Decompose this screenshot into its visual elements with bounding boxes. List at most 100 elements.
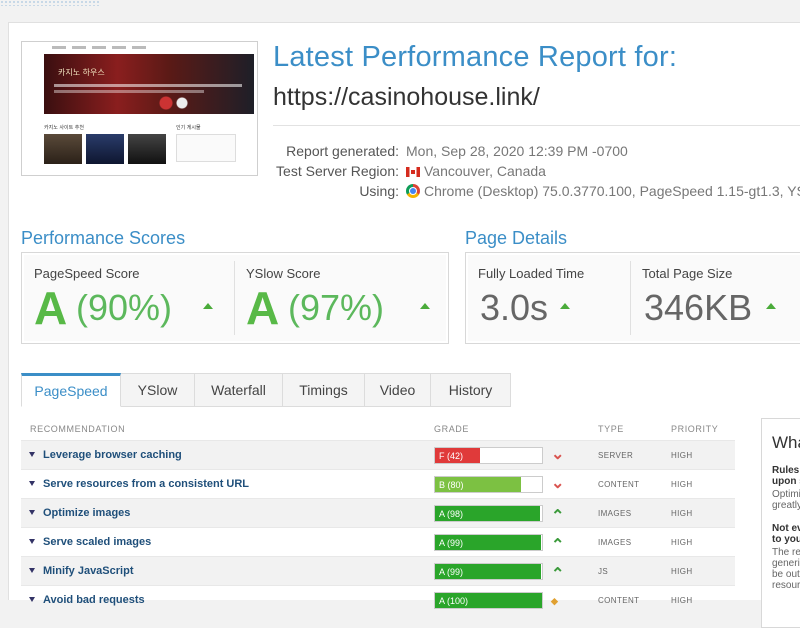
page-size-value: 346KB (644, 287, 753, 328)
recommendation-priority: HIGH (671, 480, 693, 489)
trend-down-icon: ⌄ (551, 446, 565, 463)
meta-value: Chrome (Desktop) 75.0.3770.100, PageSpee… (406, 183, 800, 199)
recommendation-type: CONTENT (598, 596, 640, 605)
yslow-grade: A (246, 282, 280, 334)
tab-timings[interactable]: Timings (283, 373, 365, 407)
recommendation-name[interactable]: Optimize images (43, 507, 130, 519)
trend-up-icon (560, 303, 570, 309)
trend-up-icon (420, 303, 430, 309)
table-row[interactable]: Serve scaled images A (99) ⌃ IMAGES HIGH (21, 527, 735, 556)
grade-bar-fill: A (99) (435, 535, 541, 550)
panel-bold-text: Not eve to your (772, 523, 800, 545)
recommendation-type: IMAGES (598, 538, 632, 547)
pagespeed-percent: (90%) (76, 287, 173, 328)
recommendation-priority: HIGH (671, 509, 693, 518)
table-header: RECOMMENDATION GRADE TYPE PRIORITY (21, 418, 735, 440)
recommendation-priority: HIGH (671, 596, 693, 605)
table-row[interactable]: Leverage browser caching F (42) ⌄ SERVER HIG… (21, 440, 735, 469)
recommendation-name[interactable]: Serve scaled images (43, 536, 151, 548)
tab-yslow[interactable]: YSlow (121, 373, 195, 407)
panel-text: Optimiz greatly i (772, 489, 800, 511)
grade-bar-fill: A (99) (435, 564, 541, 579)
total-page-size: Total Page Size 346KB (630, 253, 800, 343)
meta-value-text: Mon, Sep 28, 2020 12:39 PM -0700 (406, 143, 628, 159)
panel-text: The reco generic, be out o resource (772, 547, 800, 591)
expand-triangle-icon[interactable] (29, 510, 35, 515)
thumbnail-hero: 카지노 하우스 (44, 54, 254, 114)
panel-heading: What (772, 433, 800, 452)
report-page: 카지노 하우스 카지노 사이트 추천 인기 게시물 Latest Perform… (8, 22, 800, 628)
expand-triangle-icon[interactable] (29, 568, 35, 573)
col-recommendation[interactable]: RECOMMENDATION (30, 424, 125, 434)
pagespeed-score: PageSpeed Score A (90%) (22, 253, 234, 343)
recommendation-name[interactable]: Leverage browser caching (43, 449, 182, 461)
trend-same-icon: ◆ (551, 596, 558, 606)
expand-triangle-icon[interactable] (29, 539, 35, 544)
recommendation-priority: HIGH (671, 567, 693, 576)
recommendation-name[interactable]: Avoid bad requests (43, 594, 145, 606)
page-details-heading: Page Details (465, 228, 568, 248)
report-tabs: PageSpeed YSlow Waterfall Timings Video Histo… (21, 373, 511, 407)
thumbnail-image (86, 134, 124, 164)
trend-up-icon: ⌃ (551, 508, 565, 525)
top-decoration (0, 0, 100, 6)
tab-waterfall[interactable]: Waterfall (195, 373, 283, 407)
table-row[interactable]: Serve resources from a consistent URL B (… (21, 469, 735, 498)
canada-flag-icon (406, 167, 420, 177)
recommendation-name[interactable]: Serve resources from a consistent URL (43, 478, 249, 490)
col-priority[interactable]: PRIORITY (671, 424, 718, 434)
grade-bar: A (99) (434, 563, 543, 580)
meta-label: Test Server Region: (276, 163, 399, 179)
table-row[interactable]: Optimize images A (98) ⌃ IMAGES HIGH (21, 498, 735, 527)
thumbnail-section-label: 카지노 사이트 추천 (44, 125, 84, 131)
page-size-label: Total Page Size (642, 266, 733, 281)
grade-bar: A (99) (434, 534, 543, 551)
yslow-percent: (97%) (288, 287, 385, 328)
thumbnail-image (44, 134, 82, 164)
casino-chips-image (154, 94, 194, 112)
fully-loaded-label: Fully Loaded Time (478, 266, 585, 281)
meta-label: Using: (359, 183, 399, 199)
meta-value: Mon, Sep 28, 2020 12:39 PM -0700 (406, 143, 628, 159)
divider (273, 125, 800, 126)
recommendation-type: CONTENT (598, 480, 640, 489)
site-screenshot-thumbnail: 카지노 하우스 카지노 사이트 추천 인기 게시물 (21, 41, 258, 176)
grade-bar: F (42) (434, 447, 543, 464)
grade-bar: A (98) (434, 505, 543, 522)
recommendations-table: RECOMMENDATION GRADE TYPE PRIORITY Lever… (21, 418, 735, 614)
thumbnail-hero-text: 카지노 하우스 (58, 68, 105, 77)
grade-bar: B (80) (434, 476, 543, 493)
meta-value-text: Vancouver, Canada (424, 163, 546, 179)
grade-bar-fill: B (80) (435, 477, 521, 492)
thumbnail-side-label: 인기 게시물 (176, 125, 201, 131)
tab-video[interactable]: Video (365, 373, 431, 407)
tab-history[interactable]: History (431, 373, 511, 407)
performance-scores-heading: Performance Scores (21, 228, 186, 248)
trend-down-icon: ⌄ (551, 475, 565, 492)
fully-loaded-value: 3.0s (480, 287, 549, 328)
grade-bar-fill: A (98) (435, 506, 540, 521)
thumbnail-image (128, 134, 166, 164)
tab-pagespeed[interactable]: PageSpeed (21, 373, 121, 407)
meta-value: Vancouver, Canada (406, 163, 546, 179)
recommendation-type: IMAGES (598, 509, 632, 518)
yslow-score-label: YSlow Score (246, 266, 321, 281)
report-url[interactable]: https://casinohouse.link/ (273, 83, 540, 112)
chrome-icon (406, 184, 420, 198)
report-title: Latest Performance Report for: (273, 41, 678, 73)
page-details-box: Fully Loaded Time 3.0s Total Page Size 3… (465, 252, 800, 344)
expand-triangle-icon[interactable] (29, 481, 35, 486)
pagespeed-score-label: PageSpeed Score (34, 266, 140, 281)
col-type[interactable]: TYPE (598, 424, 624, 434)
recommendation-name[interactable]: Minify JavaScript (43, 565, 133, 577)
table-row[interactable]: Minify JavaScript A (99) ⌃ JS HIGH (21, 556, 735, 585)
fully-loaded-time: Fully Loaded Time 3.0s (466, 253, 630, 343)
grade-bar-fill: A (100) (435, 593, 542, 608)
col-grade[interactable]: GRADE (434, 424, 469, 434)
trend-up-icon (203, 303, 213, 309)
whats-this-panel: What Rules a upon sc Optimiz greatly i N… (761, 418, 800, 628)
expand-triangle-icon[interactable] (29, 452, 35, 457)
thumbnail-nav (22, 42, 257, 52)
recommendation-type: SERVER (598, 451, 634, 460)
pagespeed-grade: A (34, 282, 68, 334)
